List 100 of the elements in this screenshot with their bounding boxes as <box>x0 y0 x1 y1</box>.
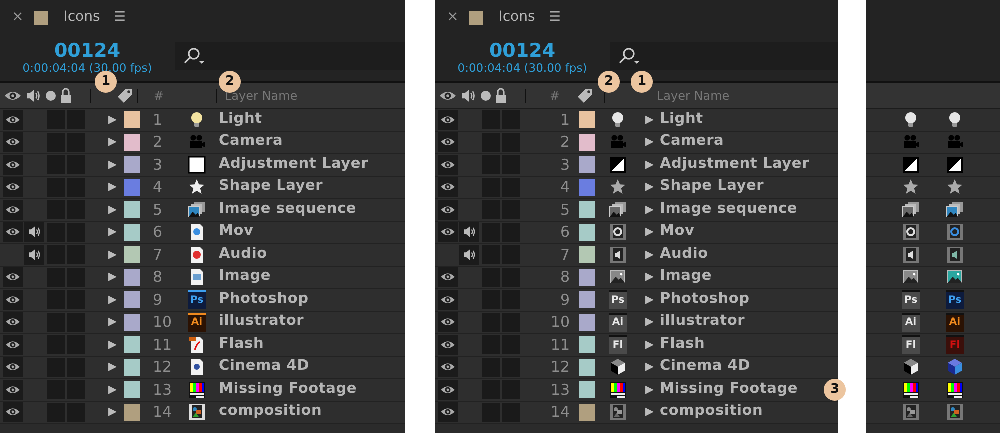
expand-arrow[interactable]: ▶ <box>646 292 654 308</box>
label-swatch[interactable] <box>579 134 595 151</box>
menu-button[interactable]: ☰ <box>114 8 126 28</box>
expand-arrow[interactable]: ▶ <box>108 134 117 150</box>
timecode[interactable]: 00124 <box>54 40 121 62</box>
visibility-toggle[interactable] <box>438 334 458 355</box>
visibility-toggle[interactable] <box>438 200 458 220</box>
label-swatch[interactable] <box>579 111 595 128</box>
visibility-toggle[interactable] <box>3 312 23 332</box>
layer-name[interactable]: Mov <box>219 221 254 244</box>
layer-name[interactable]: Adjustment Layer <box>660 154 810 176</box>
visibility-toggle[interactable] <box>3 380 23 400</box>
layer-name[interactable]: Adjustment Layer <box>219 154 369 176</box>
visibility-toggle[interactable] <box>438 132 458 152</box>
visibility-toggle[interactable] <box>3 200 23 220</box>
close-button[interactable]: × <box>445 7 461 28</box>
visibility-toggle[interactable] <box>438 312 458 332</box>
expand-arrow[interactable]: ▶ <box>646 314 654 330</box>
layer-name[interactable]: composition <box>219 401 322 424</box>
layer-name[interactable]: Photoshop <box>660 288 750 311</box>
expand-arrow[interactable]: ▶ <box>108 246 117 263</box>
expand-arrow[interactable]: ▶ <box>108 336 117 353</box>
layer-name[interactable]: Flash <box>219 334 264 356</box>
visibility-toggle[interactable] <box>438 290 458 310</box>
visibility-toggle[interactable] <box>3 222 23 242</box>
layer-name[interactable]: Audio <box>219 244 268 266</box>
layer-name[interactable]: Shape Layer <box>219 176 324 198</box>
label-swatch[interactable] <box>124 336 140 354</box>
label-swatch[interactable] <box>124 268 140 286</box>
expand-arrow[interactable]: ▶ <box>646 156 654 173</box>
label-swatch[interactable] <box>579 381 595 398</box>
label-swatch[interactable] <box>579 314 595 331</box>
expand-arrow[interactable]: ▶ <box>108 224 117 240</box>
layer-name[interactable]: Cinema 4D <box>219 356 310 378</box>
layer-name[interactable]: Cinema 4D <box>660 356 751 378</box>
visibility-toggle[interactable] <box>3 357 23 378</box>
label-swatch[interactable] <box>579 201 595 218</box>
layer-name[interactable]: Missing Footage <box>660 378 798 401</box>
label-swatch[interactable] <box>124 246 140 264</box>
expand-arrow[interactable]: ▶ <box>108 382 117 398</box>
visibility-toggle[interactable] <box>438 357 458 378</box>
visibility-toggle[interactable] <box>438 177 458 198</box>
expand-arrow[interactable]: ▶ <box>108 179 117 196</box>
label-swatch[interactable] <box>124 134 140 151</box>
expand-arrow[interactable]: ▶ <box>646 112 654 128</box>
layer-name[interactable]: Missing Footage <box>219 378 358 401</box>
layer-name[interactable]: Light <box>219 108 262 131</box>
expand-arrow[interactable]: ▶ <box>646 202 654 218</box>
layer-name[interactable]: composition <box>660 401 764 424</box>
expand-arrow[interactable]: ▶ <box>646 246 654 263</box>
visibility-toggle[interactable] <box>438 110 458 130</box>
expand-arrow[interactable]: ▶ <box>646 224 654 240</box>
audio-toggle[interactable] <box>24 244 44 265</box>
label-swatch[interactable] <box>124 381 140 398</box>
label-swatch[interactable] <box>579 268 595 286</box>
search-field[interactable] <box>175 42 405 70</box>
layer-name[interactable]: Image <box>219 266 272 288</box>
layer-name[interactable]: Image sequence <box>219 198 357 221</box>
label-swatch[interactable] <box>579 358 595 376</box>
timecode[interactable]: 00124 <box>489 40 556 62</box>
visibility-toggle[interactable] <box>3 154 23 175</box>
audio-toggle[interactable] <box>459 244 479 265</box>
visibility-toggle[interactable] <box>3 290 23 310</box>
visibility-toggle[interactable] <box>3 132 23 152</box>
label-swatch[interactable] <box>124 314 140 331</box>
layer-name[interactable]: illustrator <box>660 311 746 334</box>
label-swatch[interactable] <box>579 178 595 196</box>
expand-arrow[interactable]: ▶ <box>646 269 654 286</box>
label-swatch[interactable] <box>579 156 595 174</box>
expand-arrow[interactable]: ▶ <box>646 382 654 398</box>
label-swatch[interactable] <box>124 156 140 174</box>
expand-arrow[interactable]: ▶ <box>108 269 117 286</box>
label-swatch[interactable] <box>579 224 595 241</box>
visibility-toggle[interactable] <box>438 380 458 400</box>
label-swatch[interactable] <box>124 201 140 218</box>
label-swatch[interactable] <box>124 111 140 128</box>
visibility-toggle[interactable] <box>3 177 23 198</box>
expand-arrow[interactable]: ▶ <box>646 336 654 353</box>
layer-name[interactable]: Camera <box>660 131 724 154</box>
expand-arrow[interactable]: ▶ <box>646 359 654 376</box>
layer-name[interactable]: Flash <box>660 334 706 356</box>
expand-arrow[interactable]: ▶ <box>108 156 117 173</box>
menu-button[interactable]: ☰ <box>549 8 561 28</box>
expand-arrow[interactable]: ▶ <box>108 112 117 128</box>
layer-name[interactable]: Photoshop <box>219 288 309 311</box>
expand-arrow[interactable]: ▶ <box>108 292 117 308</box>
layer-name[interactable]: Shape Layer <box>660 176 764 198</box>
label-swatch[interactable] <box>579 404 595 421</box>
visibility-toggle[interactable] <box>3 267 23 288</box>
expand-arrow[interactable]: ▶ <box>646 404 654 420</box>
expand-arrow[interactable]: ▶ <box>108 359 117 376</box>
layer-name[interactable]: Image sequence <box>660 198 798 221</box>
label-swatch[interactable] <box>579 291 595 308</box>
visibility-toggle[interactable] <box>438 154 458 175</box>
search-field[interactable] <box>610 42 838 70</box>
visibility-toggle[interactable] <box>3 110 23 130</box>
expand-arrow[interactable]: ▶ <box>646 179 654 196</box>
expand-arrow[interactable]: ▶ <box>108 404 117 420</box>
layer-name[interactable]: Image <box>660 266 712 288</box>
label-swatch[interactable] <box>124 404 140 421</box>
